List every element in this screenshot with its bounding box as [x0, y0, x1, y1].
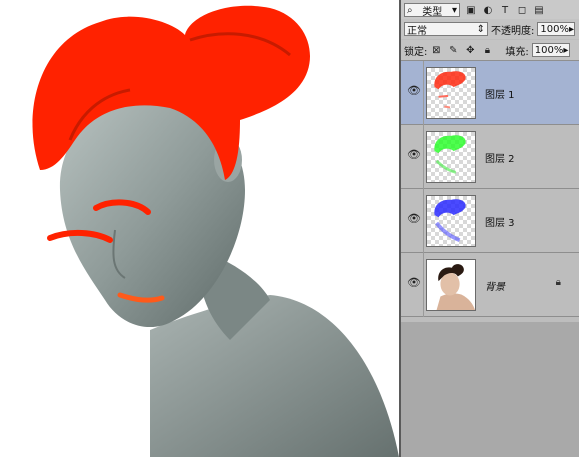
- blend-mode-value: 正常: [407, 25, 427, 37]
- eye-icon[interactable]: 👁︎: [407, 85, 421, 97]
- blend-mode-dropdown[interactable]: 正常 ⇕: [404, 22, 488, 37]
- smart-object-filter-icon[interactable]: ▤: [533, 4, 545, 16]
- kind-filter-label: 类型: [422, 6, 443, 18]
- image-filter-icon[interactable]: ▣: [465, 4, 477, 16]
- visibility-column-divider: [423, 125, 424, 189]
- visibility-column-divider: [423, 189, 424, 253]
- layer-name[interactable]: 图层 3: [485, 214, 515, 229]
- kind-filter-dropdown[interactable]: ⌕ 类型 ▾: [404, 3, 460, 18]
- document-canvas[interactable]: [0, 0, 399, 457]
- layer-filter-bar: ⌕ 类型 ▾ ▣ ◐ T ◻ ▤: [401, 0, 579, 21]
- fill-field[interactable]: 100% ▸: [531, 43, 570, 57]
- fill-value: 100%: [534, 44, 564, 56]
- layers-list: 👁︎ 图层 1 👁︎ 图层 2 👁︎ 图层 3 👁︎ 背景 🔒︎: [401, 61, 579, 321]
- layer-thumbnail: [426, 67, 476, 119]
- visibility-column-divider: [423, 61, 424, 125]
- eye-icon[interactable]: 👁︎: [407, 277, 421, 289]
- lock-label: 锁定:: [404, 46, 428, 58]
- layer-name[interactable]: 背景: [485, 278, 505, 293]
- layer-thumbnail: [426, 259, 476, 311]
- type-filter-icon[interactable]: T: [499, 4, 511, 16]
- portrait-image: [32, 5, 399, 457]
- chevron-right-icon: ▸: [568, 23, 574, 35]
- eye-icon[interactable]: 👁︎: [407, 213, 421, 225]
- layer-row-background[interactable]: 👁︎ 背景 🔒︎: [401, 253, 579, 317]
- lock-all-icon[interactable]: 🔒︎: [481, 44, 493, 56]
- layer-row-2[interactable]: 👁︎ 图层 2: [401, 125, 579, 189]
- layer-thumbnail: [426, 131, 476, 183]
- visibility-column-divider: [423, 253, 424, 317]
- layer-name[interactable]: 图层 2: [485, 150, 515, 165]
- layer-row-1[interactable]: 👁︎ 图层 1: [401, 61, 579, 125]
- layer-name[interactable]: 图层 1: [485, 86, 515, 101]
- eye-icon[interactable]: 👁︎: [407, 149, 421, 161]
- chevron-right-icon: ▸: [563, 44, 569, 56]
- opacity-field[interactable]: 100% ▸: [537, 22, 576, 36]
- fill-label: 填充:: [505, 46, 529, 58]
- adjustment-filter-icon[interactable]: ◐: [482, 4, 494, 16]
- opacity-label: 不透明度:: [491, 25, 535, 37]
- layer-row-3[interactable]: 👁︎ 图层 3: [401, 189, 579, 253]
- lock-image-pixels-icon[interactable]: ✎: [447, 44, 459, 56]
- shape-filter-icon[interactable]: ◻: [516, 4, 528, 16]
- opacity-value: 100%: [540, 23, 569, 35]
- search-icon: ⌕: [407, 4, 413, 16]
- layer-thumbnail: [426, 195, 476, 247]
- chevron-down-icon: ▾: [451, 4, 457, 16]
- lock-icon: 🔒︎: [555, 277, 561, 288]
- lock-fill-row: 锁定: ⊠ ✎ ✥ 🔒︎ 填充: 100% ▸: [401, 40, 579, 61]
- lock-position-icon[interactable]: ✥: [464, 44, 476, 56]
- lock-transparent-pixels-icon[interactable]: ⊠: [430, 44, 442, 56]
- blend-opacity-row: 正常 ⇕ 不透明度: 100% ▸: [401, 19, 579, 39]
- layers-empty-area: [401, 322, 579, 457]
- layers-panel: ⌕ 类型 ▾ ▣ ◐ T ◻ ▤ 正常 ⇕ 不透明度: 100% ▸ 锁定: ⊠…: [401, 0, 579, 457]
- chevron-updown-icon: ⇕: [476, 23, 485, 35]
